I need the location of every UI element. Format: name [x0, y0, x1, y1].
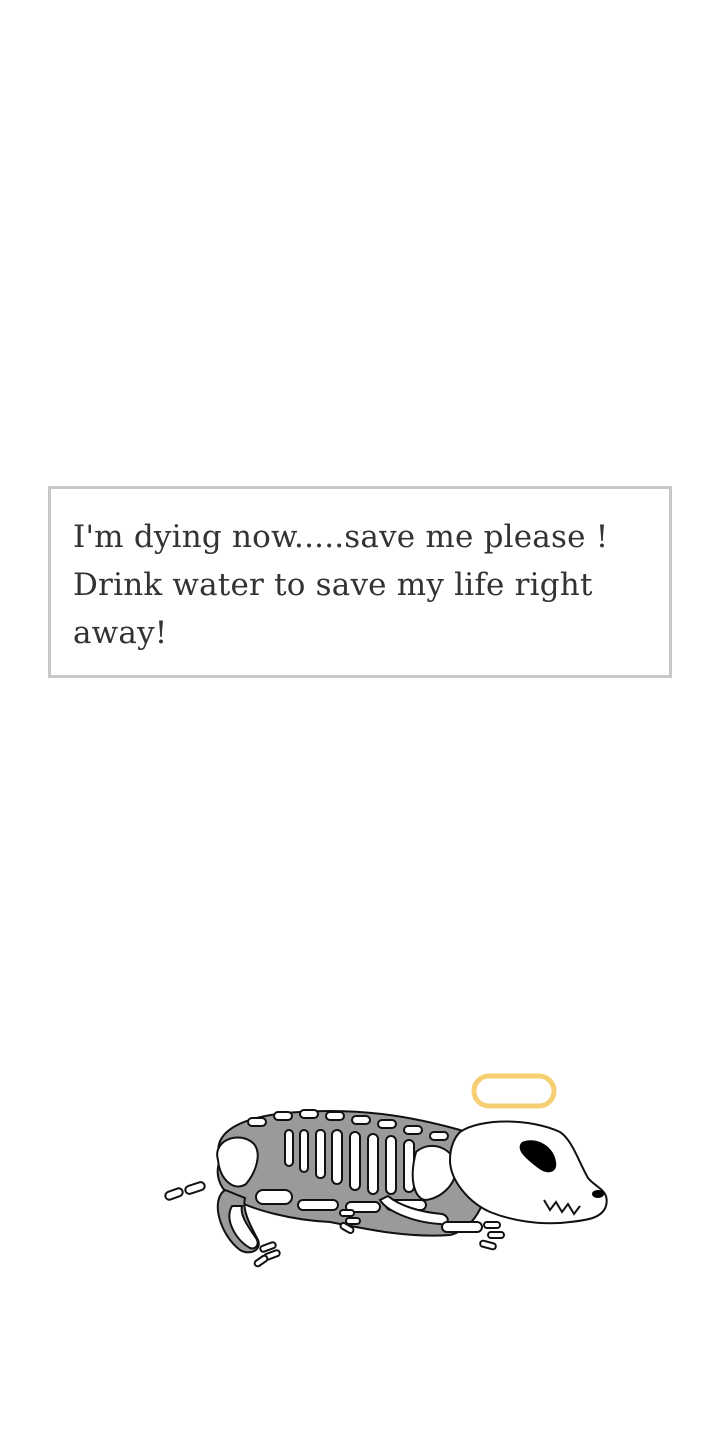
app-screen: { "message": { "text": "I'm dying now...…	[0, 0, 720, 1440]
skeleton-dog-illustration	[164, 1073, 608, 1268]
halo-icon	[471, 1073, 557, 1109]
nose-icon	[592, 1190, 604, 1198]
speech-box: I'm dying now.....save me please ! Drink…	[48, 486, 672, 678]
dying-message: I'm dying now.....save me please ! Drink…	[73, 519, 609, 651]
